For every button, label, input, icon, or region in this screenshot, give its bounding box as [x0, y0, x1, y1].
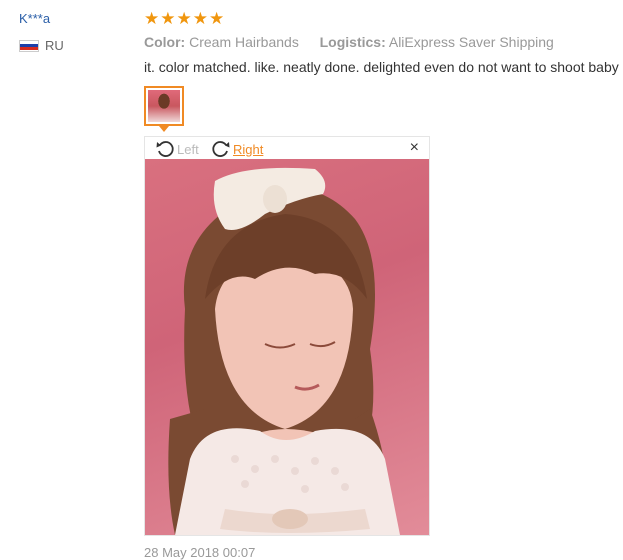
order-meta: Color: Cream Hairbands Logistics: AliExp…	[144, 34, 554, 50]
country-code: RU	[45, 38, 64, 53]
review-date: 28 May 2018 00:07	[144, 545, 256, 560]
rotate-left-icon	[156, 141, 174, 157]
rotate-right-icon	[212, 141, 230, 157]
rotate-right-label: Right	[233, 141, 264, 157]
color-label: Color:	[144, 34, 186, 50]
thumbnail-image	[148, 90, 180, 122]
photo-viewer: Left Right ×	[144, 136, 430, 536]
logistics-value: AliExpress Saver Shipping	[388, 34, 554, 50]
close-icon[interactable]: ×	[410, 139, 419, 157]
rotate-left-button[interactable]: Left	[155, 139, 199, 159]
review-photo-thumbnail[interactable]	[144, 86, 184, 126]
color-value: Cream Hairbands	[189, 34, 299, 50]
star-rating: ★ ★ ★ ★ ★	[144, 10, 224, 27]
russia-flag-icon	[19, 39, 39, 52]
reviewer-country: RU	[19, 38, 64, 53]
star-icon: ★	[160, 9, 176, 28]
logistics-label: Logistics:	[319, 34, 386, 50]
reviewer-name: K***a	[19, 11, 51, 26]
star-icon: ★	[192, 9, 208, 28]
viewer-toolbar: Left Right ×	[145, 137, 429, 159]
star-icon: ★	[176, 9, 192, 28]
rotate-left-label: Left	[177, 141, 199, 157]
rotate-right-button[interactable]: Right	[211, 139, 263, 159]
review-text: it. color matched. like. neatly done. de…	[144, 59, 619, 75]
thumbnail-pointer	[159, 126, 169, 132]
star-icon: ★	[209, 9, 225, 28]
star-icon: ★	[144, 9, 160, 28]
review-photo	[145, 159, 429, 535]
